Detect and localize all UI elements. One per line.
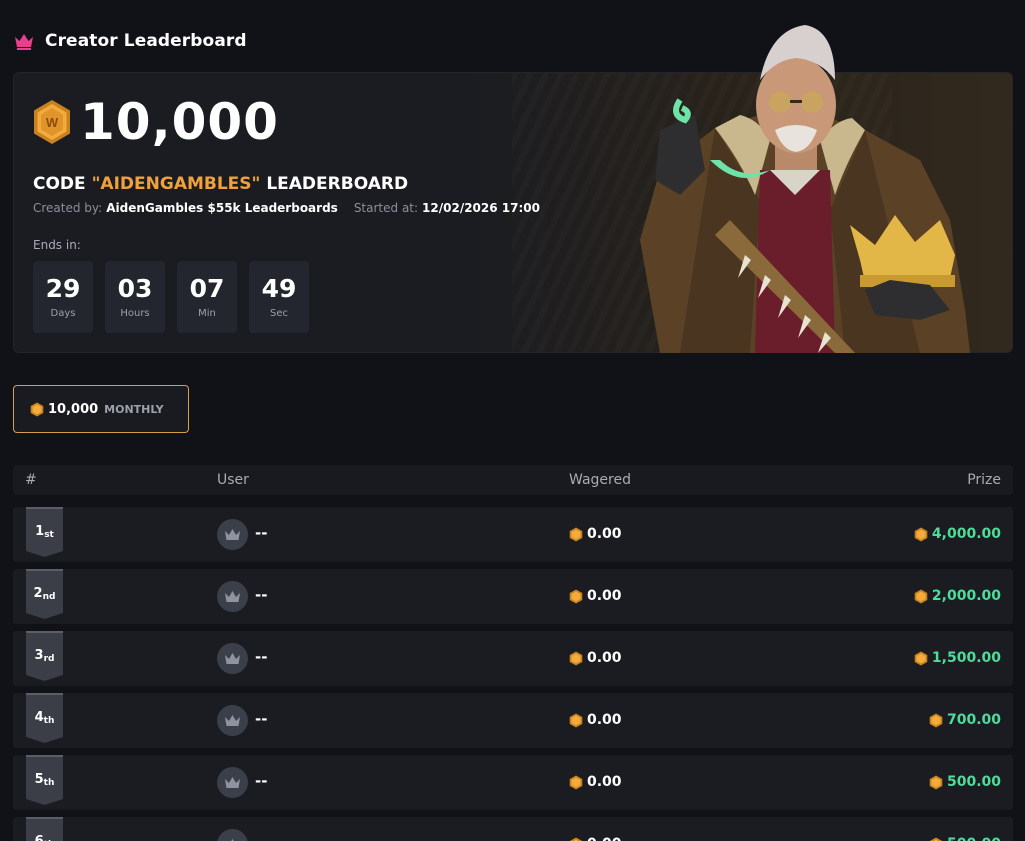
rank-badge: 5th: [26, 755, 63, 805]
leaderboard-title: CODE "AIDENGAMBLES" LEADERBOARD: [33, 174, 409, 194]
avatar: [217, 829, 248, 841]
timer-hours: 03 Hours: [105, 261, 165, 333]
avatar: [217, 519, 248, 550]
tab-amount: 10,000: [48, 401, 99, 417]
coin-icon: [929, 775, 943, 789]
prize-amount: 1,500.00: [914, 650, 1001, 666]
table-row: 1st -- 0.00 4,000.00: [13, 507, 1013, 562]
coin-icon: [569, 651, 583, 665]
leaderboard-rows: 1st -- 0.00 4,000.00 2nd -- 0.00 2,000.0…: [13, 507, 1013, 841]
username: --: [255, 586, 268, 604]
avatar: [217, 643, 248, 674]
rank-badge: 2nd: [26, 569, 63, 619]
rank-column-header: #: [25, 472, 37, 488]
coin-icon: [914, 589, 928, 603]
coin-icon: [569, 775, 583, 789]
created-by-label: Created by:: [33, 201, 103, 215]
wagered-amount: 0.00: [569, 836, 622, 841]
timer-days: 29 Days: [33, 261, 93, 333]
table-row: 6th -- 0.00 500.00: [13, 817, 1013, 841]
table-row: 2nd -- 0.00 2,000.00: [13, 569, 1013, 624]
coin-letter: W: [46, 115, 59, 130]
coin-icon: [569, 837, 583, 841]
coin-icon: W: [34, 100, 70, 144]
leaderboard-page: Creator Leaderboard W 10,000 CODE "AIDEN…: [0, 0, 1025, 841]
table-row: 5th -- 0.00 500.00: [13, 755, 1013, 810]
wagered-amount: 0.00: [569, 526, 622, 542]
avatar: [217, 581, 248, 612]
tab-period: MONTHLY: [104, 402, 164, 416]
rank-badge: 1st: [26, 507, 63, 557]
coin-icon: [30, 402, 44, 416]
coin-icon: [569, 527, 583, 541]
table-row: 4th -- 0.00 700.00: [13, 693, 1013, 748]
created-by-value: AidenGambles $55k Leaderboards: [106, 201, 338, 215]
coin-icon: [569, 589, 583, 603]
prize-column-header: Prize: [967, 472, 1001, 488]
timer-seconds: 49 Sec: [249, 261, 309, 333]
leaderboard-meta: Created by: AidenGambles $55k Leaderboar…: [33, 201, 540, 215]
prize-amount: 500.00: [929, 836, 1001, 841]
wagered-column-header: Wagered: [569, 472, 631, 488]
crown-icon: [225, 653, 240, 664]
wagered-amount: 0.00: [569, 588, 622, 604]
coin-icon: [569, 713, 583, 727]
table-row: 3rd -- 0.00 1,500.00: [13, 631, 1013, 686]
avatar: [217, 705, 248, 736]
username: --: [255, 834, 267, 841]
hero-character-art: [640, 25, 970, 353]
prize-amount: 10,000: [80, 93, 279, 151]
coin-icon: [914, 527, 928, 541]
coin-icon: [929, 713, 943, 727]
page-header: Creator Leaderboard: [13, 30, 247, 52]
rank-badge: 6th: [26, 817, 63, 841]
avatar: [217, 767, 248, 798]
prize-amount: 4,000.00: [914, 526, 1001, 542]
crown-icon: [225, 777, 240, 788]
prize-amount: 500.00: [929, 774, 1001, 790]
crown-icon: [225, 715, 240, 726]
started-label: Started at:: [353, 201, 419, 215]
creator-code: "AIDENGAMBLES": [91, 174, 261, 194]
coin-icon: [929, 837, 943, 841]
monthly-leaderboard-tab[interactable]: 10,000 MONTHLY: [13, 385, 189, 433]
user-column-header: User: [217, 472, 249, 488]
crown-icon: [225, 529, 240, 540]
crown-icon: [225, 591, 240, 602]
username: --: [255, 710, 268, 728]
prize-amount: 700.00: [929, 712, 1001, 728]
username: --: [255, 772, 268, 790]
started-value: 12/02/2026 17:00: [422, 201, 540, 215]
table-header: # User Wagered Prize: [13, 465, 1013, 495]
rank-badge: 4th: [26, 693, 63, 743]
coin-icon: [914, 651, 928, 665]
page-title: Creator Leaderboard: [45, 31, 247, 51]
rank-badge: 3rd: [26, 631, 63, 681]
wagered-amount: 0.00: [569, 774, 622, 790]
username: --: [255, 648, 268, 666]
wagered-amount: 0.00: [569, 650, 622, 666]
ends-in-label: Ends in:: [33, 238, 81, 252]
prize-pool: W 10,000: [32, 97, 279, 147]
wagered-amount: 0.00: [569, 712, 622, 728]
countdown-timer: 29 Days 03 Hours 07 Min 49 Sec: [33, 261, 309, 333]
prize-amount: 2,000.00: [914, 588, 1001, 604]
timer-minutes: 07 Min: [177, 261, 237, 333]
crown-icon: [15, 34, 33, 50]
username: --: [255, 524, 268, 542]
